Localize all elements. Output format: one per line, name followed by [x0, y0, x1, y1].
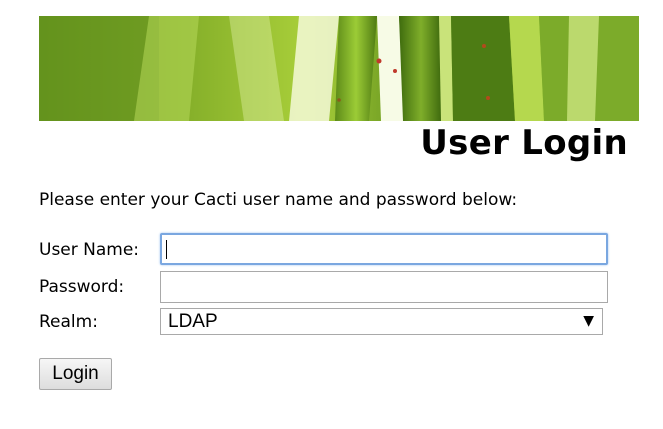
login-button[interactable]: Login: [39, 358, 112, 390]
page-title: User Login: [420, 123, 628, 163]
username-label: User Name:: [39, 240, 140, 260]
password-input[interactable]: [160, 271, 608, 303]
banner-image: [39, 16, 639, 121]
chevron-down-icon: ▼: [583, 313, 594, 329]
realm-label: Realm:: [39, 312, 98, 332]
login-instructions: Please enter your Cacti user name and pa…: [39, 190, 518, 210]
realm-selected-value: LDAP: [168, 311, 218, 332]
password-label: Password:: [39, 277, 125, 297]
text-cursor: [166, 240, 167, 259]
leaf-illustration: [39, 16, 639, 121]
username-input[interactable]: [160, 233, 608, 265]
realm-select[interactable]: LDAP ▼: [160, 308, 603, 335]
